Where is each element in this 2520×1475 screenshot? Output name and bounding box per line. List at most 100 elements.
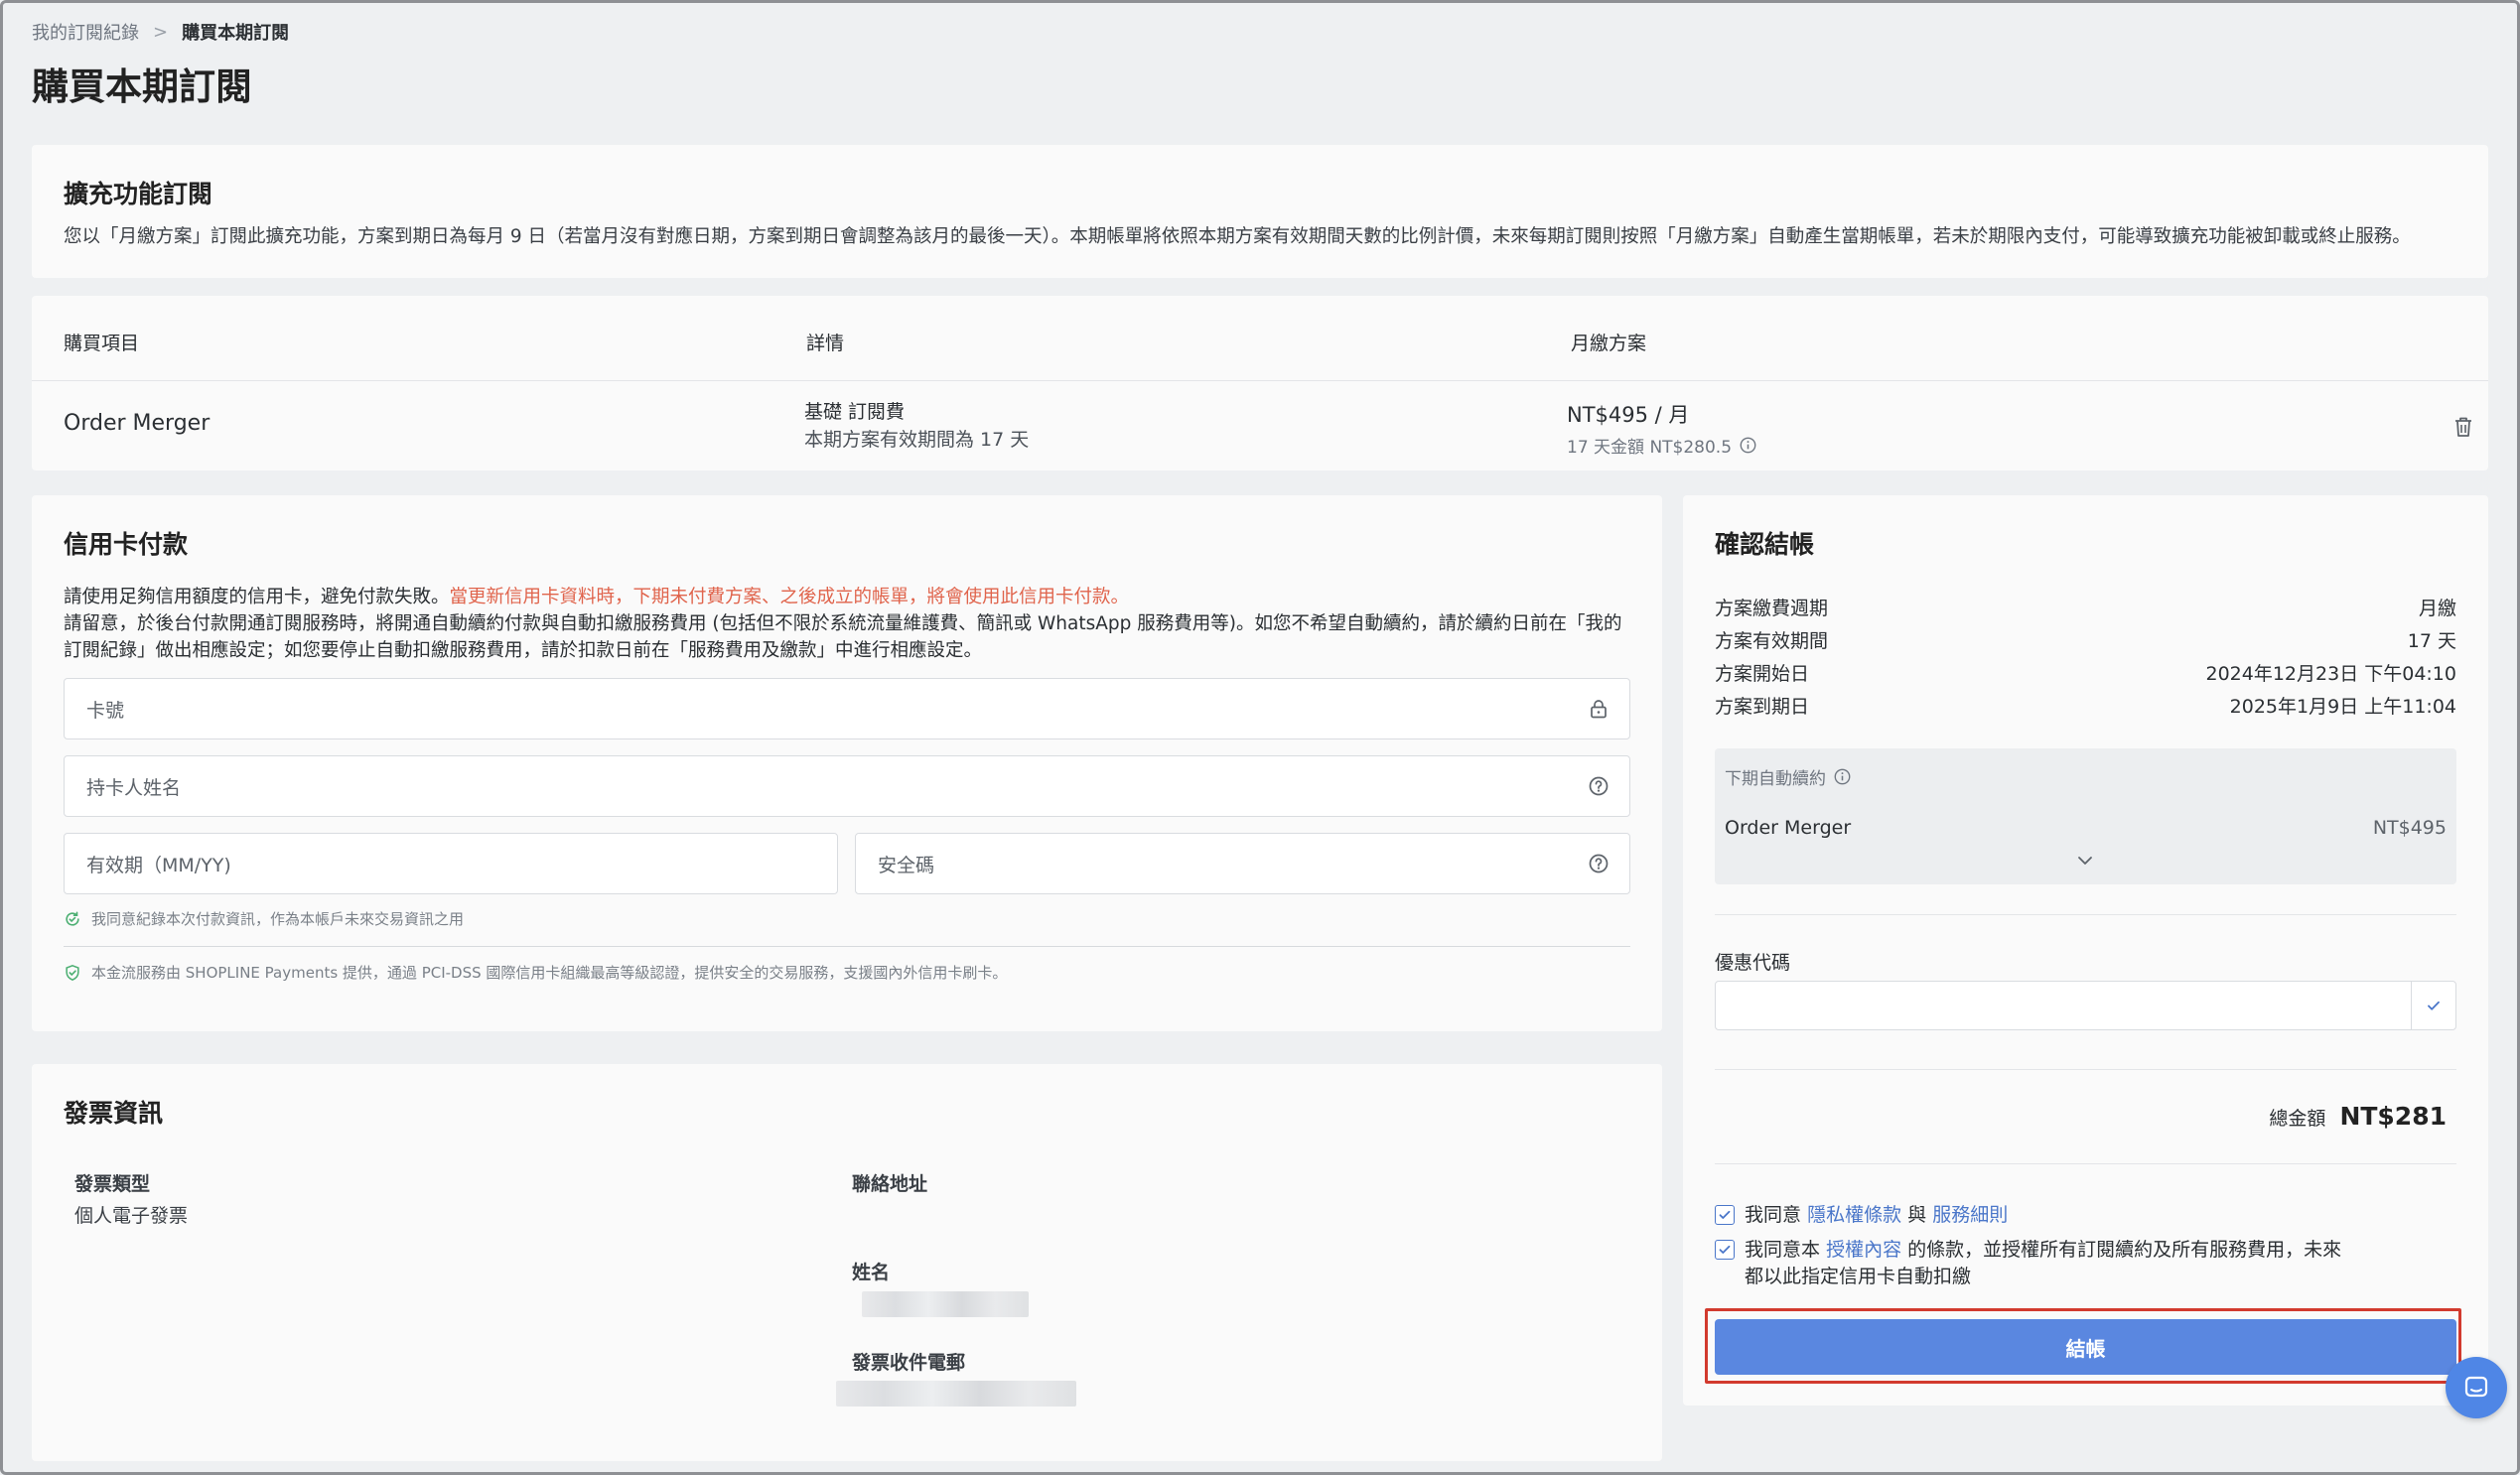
page-title: 購買本期訂閱 [32,66,252,108]
summary-row-valid-period: 方案有效期間 17 天 [1715,623,2456,656]
security-note-text: 本金流服務由 SHOPLINE Payments 提供，通過 PCI-DSS 國… [91,964,1008,982]
next-auto-renew-box: 下期自動續約 Order Merger NT$495 [1715,748,2456,884]
credit-card-payment-card: 信用卡付款 請使用足夠信用額度的信用卡，避免付款失敗。當更新信用卡資料時，下期未… [32,495,1662,1031]
checkout-button[interactable]: 結帳 [1715,1319,2456,1375]
lock-icon [1591,700,1607,719]
auto-renew-item-amount: NT$495 [2372,817,2447,839]
refresh-check-icon [66,910,79,926]
breadcrumb-parent-link[interactable]: 我的訂閱紀錄 [32,19,139,45]
card-number-placeholder: 卡號 [86,699,125,722]
card-number-field[interactable]: 卡號 [64,678,1630,739]
summary-value: 17 天 [2407,630,2456,652]
auto-renew-item: Order Merger NT$495 [1725,817,2447,839]
authorization-content-link[interactable]: 授權內容 [1826,1239,1901,1261]
check-icon [2428,1001,2440,1010]
save-card-consent-text: 我同意紀錄本次付款資訊，作為本帳戶未來交易資訊之用 [91,910,465,928]
payment-title: 信用卡付款 [64,530,189,559]
payment-notice: 請使用足夠信用額度的信用卡，避免付款失敗。當更新信用卡資料時，下期未付費方案、之… [64,585,1630,664]
breadcrumb-current: 購買本期訂閱 [182,23,290,44]
redacted-name [862,1291,1029,1317]
order-item-plan: NT$495 / 月 17 天金額 NT$280.5 [1567,399,1756,458]
agree-privacy-terms: 我同意 隱私權條款 與 服務細則 [1715,1202,2008,1229]
total-value: NT$281 [2339,1102,2447,1131]
terms-of-service-link[interactable]: 服務細則 [1932,1204,2008,1226]
divider [1715,914,2456,915]
summary-label: 方案繳費週期 [1715,598,1829,619]
divider [1715,1163,2456,1164]
privacy-policy-link[interactable]: 隱私權條款 [1807,1204,1901,1226]
help-icon[interactable] [1588,775,1610,797]
summary-label: 方案到期日 [1715,696,1810,718]
intro-text: 您以「月繳方案」訂閱此擴充功能，方案到期日為每月 9 日（若當月沒有對應日期，方… [64,226,2411,247]
checkout-summary-card: 確認結帳 方案繳費週期 月繳 方案有效期間 17 天 方案開始日 2024年12… [1683,495,2488,1406]
plan-price: NT$495 / 月 [1567,403,1690,427]
coupon-input[interactable] [1715,981,2412,1030]
payment-notice-autorenew: 請留意，於後台付款開通訂閱服務時，將開通自動續約付款與自動扣繳服務費用 (包括但… [64,612,1622,661]
invoice-info-card: 發票資訊 發票類型 個人電子發票 聯絡地址 姓名 發票收件電郵 [32,1064,1662,1461]
agree-privacy-checkbox[interactable] [1715,1205,1735,1225]
coupon-label: 優惠代碼 [1715,952,1791,974]
redacted-email [836,1381,1076,1407]
invoice-type-value: 個人電子發票 [74,1205,189,1227]
order-table-header: 購買項目 詳情 月繳方案 [32,296,2488,381]
agree-text: 與 [1907,1204,1927,1226]
subscription-intro-card: 擴充功能訂閱 您以「月繳方案」訂閱此擴充功能，方案到期日為每月 9 日（若當月沒… [32,145,2488,278]
summary-label: 方案有效期間 [1715,630,1829,652]
cvc-placeholder: 安全碼 [878,854,935,876]
expiry-field[interactable]: 有效期（MM/YY) [64,833,838,894]
auto-renew-title: 下期自動續約 [1725,764,1851,789]
agree-text: 我同意 [1745,1204,1802,1226]
divider [64,946,1630,947]
summary-row-billing-cycle: 方案繳費週期 月繳 [1715,591,2456,623]
summary-label: 方案開始日 [1715,663,1810,685]
chevron-down-icon[interactable] [2076,854,2094,868]
header-plan: 月繳方案 [1571,333,1647,354]
agree-text: 的條款，並授權所有訂閱續約及所有服務費用，未來 [1907,1239,2342,1261]
cardholder-placeholder: 持卡人姓名 [86,776,182,799]
invoice-type-label: 發票類型 [74,1173,151,1195]
apply-coupon-button[interactable] [2411,981,2456,1030]
cardholder-name-field[interactable]: 持卡人姓名 [64,755,1630,817]
detail-fee-type: 基礎 訂閱費 [804,401,906,423]
save-card-consent[interactable]: 我同意紀錄本次付款資訊，作為本帳戶未來交易資訊之用 [64,908,464,929]
summary-value: 月繳 [2418,598,2456,619]
invoice-title: 發票資訊 [64,1099,164,1128]
security-note: 本金流服務由 SHOPLINE Payments 提供，通過 PCI-DSS 國… [64,962,1007,983]
cvc-field[interactable]: 安全碼 [855,833,1630,894]
agree-privacy-text: 我同意 隱私權條款 與 服務細則 [1745,1202,2008,1229]
total-label: 總金額 [2269,1108,2326,1130]
order-table: 購買項目 詳情 月繳方案 Order Merger 基礎 訂閱費 本期方案有效期… [32,296,2488,470]
expiry-placeholder: 有效期（MM/YY) [86,854,231,876]
payment-notice-warning: 當更新信用卡資料時，下期未付費方案、之後成立的帳單，將會使用此信用卡付款。 [449,587,1130,607]
agree-authorization-text: 我同意本 授權內容 的條款，並授權所有訂閱續約及所有服務費用，未來 都以此指定信… [1745,1237,2341,1289]
auto-renew-title-text: 下期自動續約 [1725,769,1826,789]
order-item-name: Order Merger [64,411,210,436]
checkout-title: 確認結帳 [1715,530,1815,559]
agree-authorization: 我同意本 授權內容 的條款，並授權所有訂閱續約及所有服務費用，未來 都以此指定信… [1715,1237,2341,1289]
summary-row-start-date: 方案開始日 2024年12月23日 下午04:10 [1715,656,2456,689]
total-amount: 總金額 NT$281 [2269,1102,2447,1131]
divider [1715,1069,2456,1070]
summary-value: 2025年1月9日 上午11:04 [2229,696,2456,718]
chat-support-button[interactable] [2446,1357,2507,1418]
checkmark-icon [1719,1245,1731,1254]
shield-check-icon [66,964,79,981]
summary-value: 2024年12月23日 下午04:10 [2205,663,2456,685]
trash-icon[interactable] [2452,415,2474,439]
app-window: 我的訂閱紀錄 > 購買本期訂閱 購買本期訂閱 擴充功能訂閱 您以「月繳方案」訂閱… [0,0,2520,1475]
intro-title: 擴充功能訂閱 [64,180,213,208]
order-item-detail: 基礎 訂閱費 本期方案有效期間為 17 天 [804,399,1029,454]
payment-notice-normal: 請使用足夠信用額度的信用卡，避免付款失敗。 [64,587,450,607]
name-label: 姓名 [852,1262,891,1283]
header-detail: 詳情 [806,333,845,354]
agree-authorization-checkbox[interactable] [1715,1240,1735,1260]
info-icon[interactable] [1834,768,1851,785]
help-icon[interactable] [1588,853,1610,874]
auto-renew-item-name: Order Merger [1725,817,1852,839]
breadcrumb: 我的訂閱紀錄 > 購買本期訂閱 [32,19,289,45]
summary-row-end-date: 方案到期日 2025年1月9日 上午11:04 [1715,689,2456,722]
prorated-amount: 17 天金額 NT$280.5 [1567,438,1733,458]
agree-text: 都以此指定信用卡自動扣繳 [1745,1265,1972,1287]
info-icon[interactable] [1740,437,1756,454]
table-row: Order Merger 基礎 訂閱費 本期方案有效期間為 17 天 NT$49… [32,381,2488,470]
